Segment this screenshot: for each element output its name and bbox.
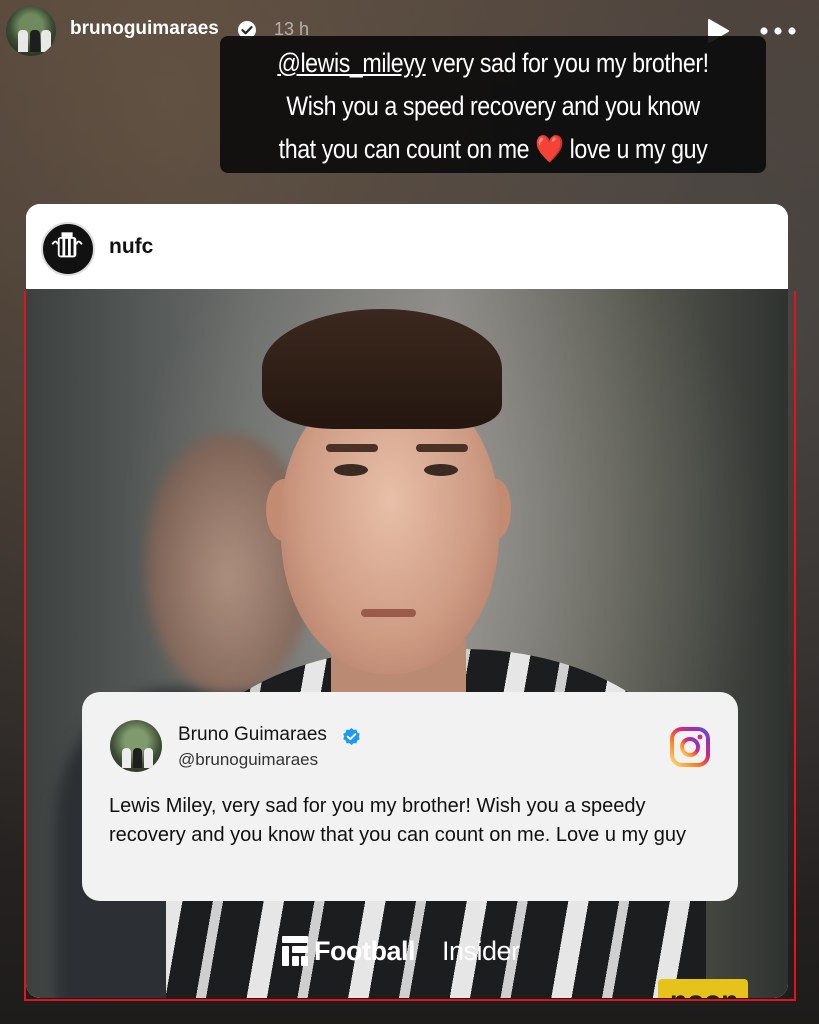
instagram-icon (670, 727, 710, 767)
brand-name-bold: Football (314, 936, 415, 966)
caption-line-1: @lewis_mileyy very sad for you my brothe… (270, 42, 715, 85)
shirt-sponsor-text: noon (670, 985, 738, 998)
player-mouth (361, 609, 416, 617)
player-brow-left (326, 444, 378, 452)
caption-line-1-text: very sad for you my brother! (425, 48, 709, 78)
player-brow-right (416, 444, 468, 452)
football-insider-brand: Football Insider (280, 932, 550, 972)
caption-mention[interactable]: @lewis_mileyy (277, 48, 426, 78)
brand-name-light: Insider (442, 936, 520, 966)
story-caption: @lewis_mileyy very sad for you my brothe… (220, 36, 766, 173)
quote-card: Bruno Guimaraes @brunoguimaraes Lewis Mi… (82, 692, 738, 901)
caption-line-3-start: that you can count on me (278, 134, 536, 164)
newcastle-crest-icon (51, 232, 83, 258)
caption-line-3: that you can count on me ❤️ love u my gu… (270, 128, 715, 171)
heart-emoji: ❤️ (535, 134, 564, 164)
shirt-sponsor: noon (658, 979, 748, 998)
caption-line-3-end: love u my guy (563, 134, 708, 164)
story-avatar[interactable] (6, 6, 56, 56)
player-eye-right (424, 464, 458, 476)
quote-text: Lewis Miley, very sad for you my brother… (109, 795, 686, 846)
quote-author-handle: @brunoguimaraes (178, 750, 319, 769)
player-hair (262, 309, 502, 429)
post-account-name[interactable]: nufc (109, 235, 153, 259)
caption-line-2: Wish you a speed recovery and you know (286, 91, 700, 121)
quote-avatar (110, 720, 162, 772)
post-header: nufc (26, 204, 788, 289)
quote-author-name: Bruno Guimaraes (178, 724, 327, 745)
story-username[interactable]: brunoguimaraes (70, 18, 219, 40)
football-insider-logo-icon (282, 936, 308, 966)
club-logo[interactable] (41, 222, 95, 276)
verified-badge-icon (343, 727, 360, 746)
more-icon[interactable] (758, 24, 798, 38)
player-eye-left (334, 464, 368, 476)
